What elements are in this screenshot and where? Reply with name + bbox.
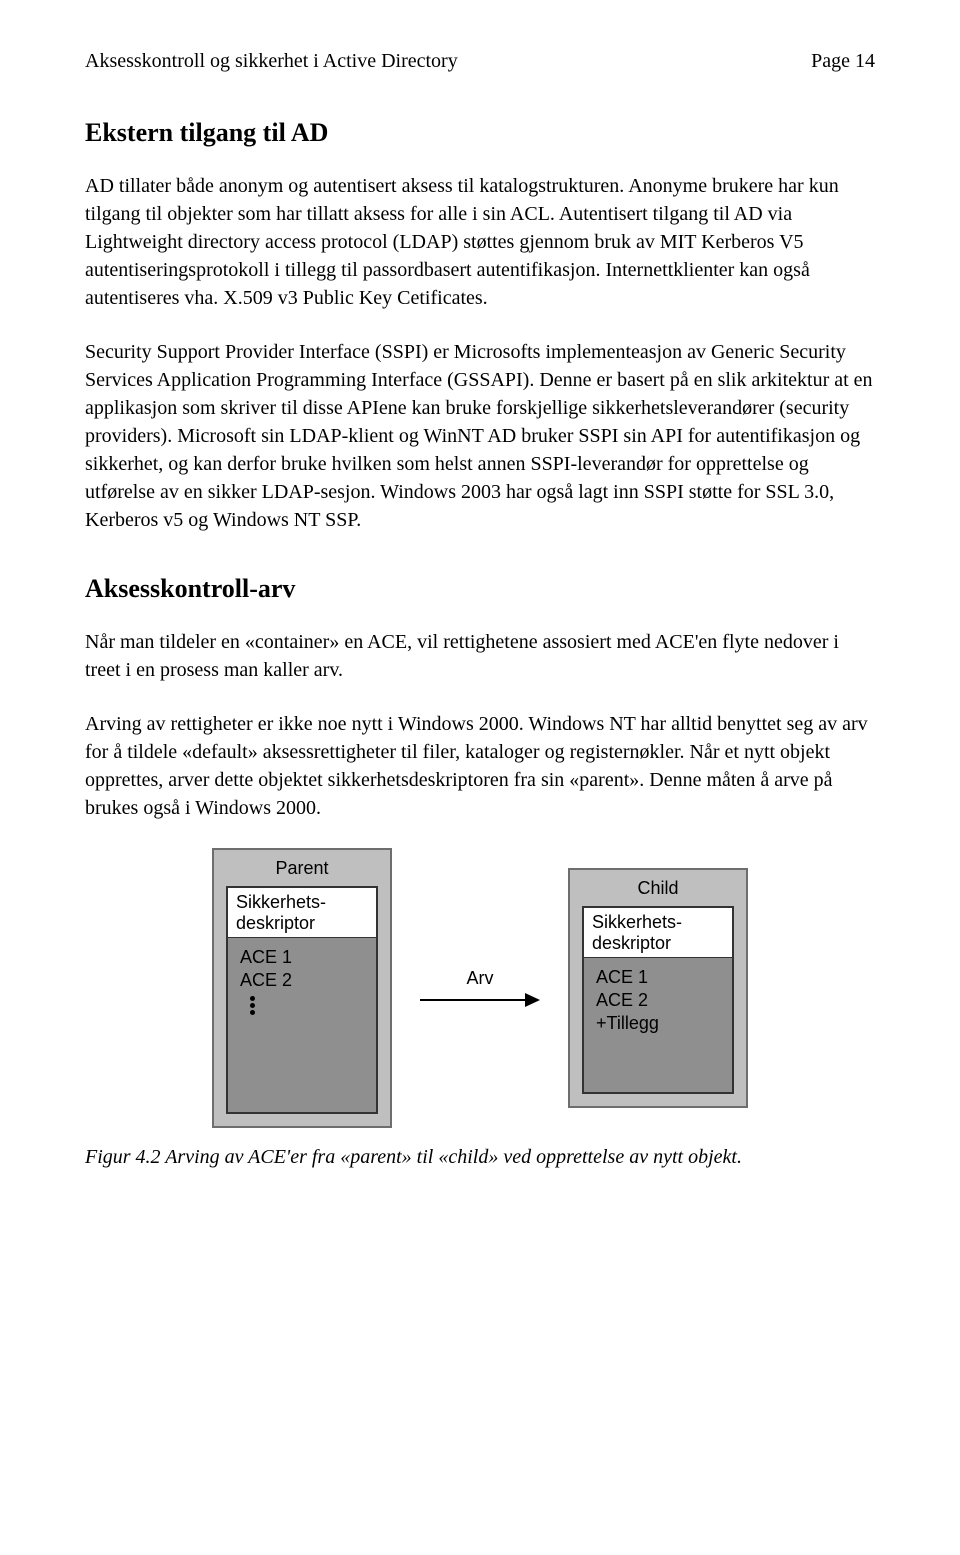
section1-paragraph2: Security Support Provider Interface (SSP… [85, 338, 875, 534]
parent-object-box: Parent Sikkerhets- deskriptor ACE 1 ACE … [212, 848, 392, 1128]
child-sd-label-line1: Sikkerhets- [592, 912, 682, 932]
dot-icon [250, 1010, 255, 1015]
parent-ace1: ACE 1 [240, 947, 364, 969]
child-object-box: Child Sikkerhets- deskriptor ACE 1 ACE 2… [568, 868, 748, 1108]
section2-paragraph1: Når man tildeler en «container» en ACE, … [85, 628, 875, 684]
child-sd-label-line2: deskriptor [592, 933, 671, 953]
inheritance-figure: Parent Sikkerhets- deskriptor ACE 1 ACE … [212, 848, 748, 1128]
dot-icon [250, 1003, 255, 1008]
arrow-icon [420, 991, 540, 1009]
arrow-group: Arv [420, 968, 540, 1009]
parent-security-descriptor: Sikkerhets- deskriptor ACE 1 ACE 2 [226, 886, 378, 1114]
figure-container: Parent Sikkerhets- deskriptor ACE 1 ACE … [85, 848, 875, 1128]
arrow-label: Arv [467, 968, 494, 989]
ellipsis-dots [250, 996, 364, 1015]
page: Aksesskontroll og sikkerhet i Active Dir… [0, 0, 960, 1555]
child-ace3: +Tillegg [596, 1013, 720, 1035]
child-ace1: ACE 1 [596, 967, 720, 989]
parent-ace-list: ACE 1 ACE 2 [228, 938, 376, 1112]
section2-title: Aksesskontroll-arv [85, 574, 875, 604]
parent-sd-label-line2: deskriptor [236, 913, 315, 933]
child-title: Child [570, 870, 746, 906]
section2-paragraph2: Arving av rettigheter er ikke noe nytt i… [85, 710, 875, 822]
child-ace2: ACE 2 [596, 990, 720, 1012]
child-sd-header: Sikkerhets- deskriptor [584, 908, 732, 958]
section1-title: Ekstern tilgang til AD [85, 118, 875, 148]
section1-paragraph2-a: Security Support Provider Interface (SSP… [85, 341, 873, 503]
parent-title: Parent [214, 850, 390, 886]
header-title: Aksesskontroll og sikkerhet i Active Dir… [85, 50, 458, 73]
dot-icon [250, 996, 255, 1001]
parent-sd-label-line1: Sikkerhets- [236, 892, 326, 912]
figure-caption: Figur 4.2 Arving av ACE'er fra «parent» … [85, 1146, 875, 1169]
child-security-descriptor: Sikkerhets- deskriptor ACE 1 ACE 2 +Till… [582, 906, 734, 1094]
section1-paragraph1: AD tillater både anonym og autentisert a… [85, 172, 875, 312]
header-page-number: Page 14 [811, 50, 875, 73]
parent-sd-header: Sikkerhets- deskriptor [228, 888, 376, 938]
child-ace-list: ACE 1 ACE 2 +Tillegg [584, 958, 732, 1092]
parent-ace2: ACE 2 [240, 970, 364, 992]
page-header: Aksesskontroll og sikkerhet i Active Dir… [85, 50, 875, 73]
